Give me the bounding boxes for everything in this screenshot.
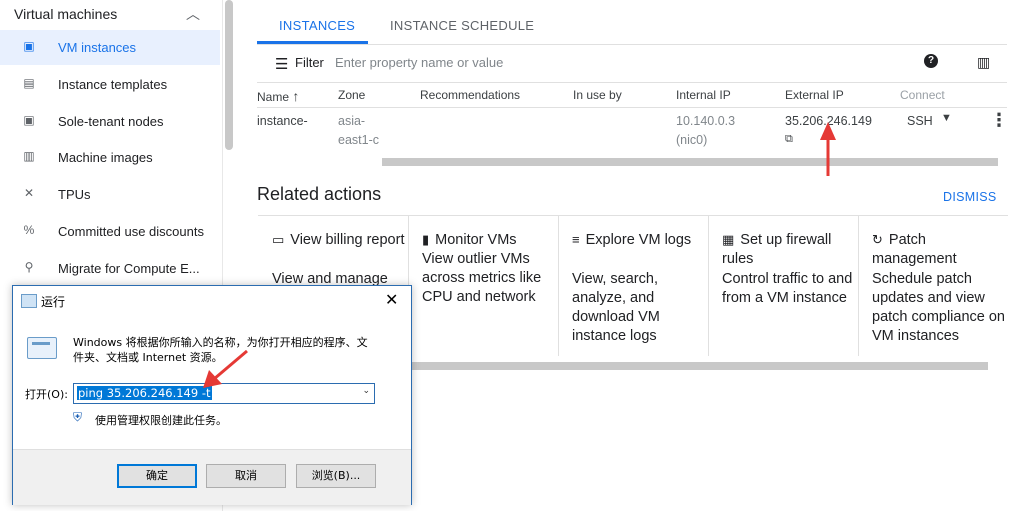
vm-instances-icon: ▣ [23,39,35,53]
column-header-name[interactable]: Name ↑ [257,88,299,104]
column-header-recommendations[interactable]: Recommendations [420,88,520,102]
open-label: 打开(O): [25,388,68,401]
internal-ip-value: 10.140.0.3 [676,114,736,128]
command-text[interactable]: ping 35.206.246.149 -t [77,386,212,400]
related-action-card[interactable]: ▦ Set up firewall rules Control traffic to… [708,216,859,356]
instance-templates-icon: ▤ [23,76,35,90]
monitor-icon: ▮ [422,232,430,247]
zone-value-line1: asia- [338,114,366,128]
related-action-card[interactable]: ≡ Explore VM logs View, search, analyze, a… [558,216,709,356]
tpu-icon: ✕ [23,186,35,200]
filter-bar: ☰ Filter Enter property name or value ? … [257,44,1007,83]
admin-note: 使用管理权限创建此任务。 [95,414,227,427]
sidebar-item-label: Instance templates [58,77,168,92]
close-icon[interactable]: ✕ [385,290,398,309]
ssh-dropdown-icon[interactable]: ▼ [941,112,952,124]
run-program-icon [27,337,57,359]
ok-button[interactable]: 确定 [117,464,197,488]
card-title[interactable]: ▭ View billing report [272,230,410,250]
card-title-text: View billing report [290,232,405,248]
run-dialog-titlebar[interactable]: 运行 ✕ [13,286,411,315]
discount-icon: % [23,223,35,237]
card-title-text: Set up firewall rules [722,232,832,267]
card-description: Schedule patch updates and view patch co… [872,271,1005,344]
instances-table: Name ↑ Zone Recommendations In use by In… [257,82,1008,154]
related-action-card[interactable]: ▮ Monitor VMs View outlier VMs across metr… [408,216,559,356]
dismiss-button[interactable]: DISMISS [943,190,997,204]
sidebar-section-title: Virtual machines [14,6,118,22]
column-header-external-ip[interactable]: External IP [785,88,844,102]
related-actions-title: Related actions [257,184,382,204]
help-icon[interactable]: ? [924,54,938,68]
column-display-icon[interactable]: ▥ [977,54,990,71]
filter-label[interactable]: Filter [295,55,324,70]
run-dialog-title: 运行 [41,295,66,309]
external-ip-value: 35.206.246.149 [785,114,872,128]
logs-icon: ≡ [572,232,580,247]
sidebar-item-tpus[interactable]: ✕ TPUs [0,177,220,212]
run-dialog: 运行 ✕ Windows 将根据你所输入的名称，为你打开相应的程序、文件夹、文档… [12,285,412,505]
sidebar-item-machine-images[interactable]: ▥ Machine images [0,140,220,175]
filter-input[interactable]: Enter property name or value [335,55,503,70]
column-header-internal-ip[interactable]: Internal IP [676,88,731,102]
tab-instance-schedule[interactable]: INSTANCE SCHEDULE [390,18,534,33]
sidebar-item-sole-tenant-nodes[interactable]: ▣ Sole-tenant nodes [0,104,220,139]
instance-name-link[interactable]: instance- [257,114,308,128]
card-title-text: Monitor VMs [435,232,517,248]
sidebar-item-label: Committed use discounts [58,224,204,239]
sidebar-item-migrate-for-compute-e[interactable]: ⚲ Migrate for Compute E... [0,251,220,286]
related-action-card[interactable]: ↻ Patch management Schedule patch updates … [858,216,1008,356]
card-title-text: Patch management [872,232,957,267]
run-app-icon [21,294,37,308]
browse-button[interactable]: 浏览(B)... [296,464,376,488]
external-link-icon[interactable]: ⧉ [785,133,793,146]
ssh-button[interactable]: SSH [907,114,933,128]
billing-icon: ▭ [272,232,285,247]
sidebar-item-label: VM instances [58,40,137,55]
chevron-down-icon[interactable]: ⌄ [362,386,370,396]
card-title[interactable]: ≡ Explore VM logs [572,230,710,250]
card-title[interactable]: ▮ Monitor VMs [422,230,560,250]
cancel-button[interactable]: 取消 [206,464,286,488]
header-divider [257,107,1007,108]
patch-icon: ↻ [872,232,883,247]
internal-ip-nic: (nic0) [676,133,708,147]
run-dialog-footer: 确定 取消 浏览(B)... [13,449,411,505]
sidebar-item-label: Migrate for Compute E... [58,261,200,276]
run-description: Windows 将根据你所输入的名称，为你打开相应的程序、文件夹、文档或 Int… [73,336,368,364]
machine-images-icon: ▥ [23,149,35,163]
cards-horizontal-scrollbar[interactable] [382,362,988,370]
tab-bar: INSTANCES INSTANCE SCHEDULE [257,0,1007,45]
filter-icon[interactable]: ☰ [275,55,288,73]
column-header-connect: Connect [900,88,945,102]
sidebar-item-label: Sole-tenant nodes [58,114,164,129]
sidebar-item-committed-use-discounts[interactable]: % Committed use discounts [0,214,220,249]
table-horizontal-scrollbar[interactable] [382,158,998,166]
tab-instances[interactable]: INSTANCES [279,18,355,33]
chevron-up-icon[interactable]: ︿ [186,4,200,24]
card-title[interactable]: ↻ Patch management [872,230,1010,269]
sidebar-item-vm-instances[interactable]: ▣ VM instances [0,30,220,65]
more-actions-icon[interactable]: ⋮ [990,110,1008,131]
card-description: Control traffic to and from a VM instanc… [722,271,853,306]
sort-arrow-up-icon[interactable]: ↑ [292,88,299,104]
card-title[interactable]: ▦ Set up firewall rules [722,230,860,269]
column-header-zone[interactable]: Zone [338,88,365,102]
sidebar-scroll-thumb[interactable] [225,0,233,150]
sidebar-item-label: TPUs [58,187,91,202]
card-title-text: Explore VM logs [585,232,692,248]
sidebar-section-header[interactable]: Virtual machines ︿ [0,0,222,28]
sidebar-item-label: Machine images [58,150,153,165]
sidebar-item-instance-templates[interactable]: ▤ Instance templates [0,67,220,102]
firewall-icon: ▦ [722,232,735,247]
command-input[interactable]: ping 35.206.246.149 -t ⌄ [73,383,375,404]
zone-value-line2: east1-c [338,133,379,147]
column-header-in-use-by[interactable]: In use by [573,88,622,102]
search-icon: ⚲ [24,260,34,274]
shield-icon: ⛨ [73,410,83,424]
card-description: View, search, analyze, and download VM i… [572,271,660,344]
card-description: View outlier VMs across metrics like CPU… [422,251,542,305]
sole-tenant-icon: ▣ [23,113,35,127]
